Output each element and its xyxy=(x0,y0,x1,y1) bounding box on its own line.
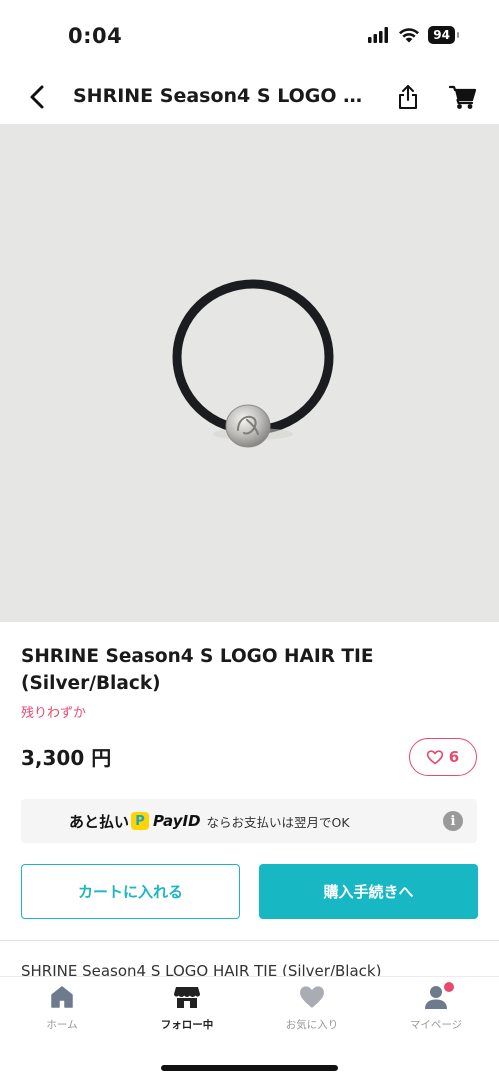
shop-icon xyxy=(173,983,201,1011)
wifi-icon xyxy=(399,28,420,43)
tab-label: フォロー中 xyxy=(160,1019,214,1031)
share-icon[interactable] xyxy=(395,80,421,114)
battery-indicator: 94 xyxy=(428,26,459,44)
tab-favorites[interactable]: お気に入り xyxy=(250,983,374,1039)
product-image[interactable] xyxy=(0,124,499,622)
signal-icon xyxy=(368,27,389,43)
tab-bar: ホーム フォロー中 お気に入り マイページ xyxy=(0,976,499,1080)
info-icon[interactable]: i xyxy=(443,811,463,831)
payid-prefix: あと払い xyxy=(69,812,130,831)
stock-status-label: 残りわずか xyxy=(21,706,87,721)
add-to-cart-button[interactable]: カートに入れる xyxy=(21,864,240,919)
payid-brand: PayID xyxy=(153,812,201,830)
tab-label: お気に入り xyxy=(285,1019,339,1031)
tab-home[interactable]: ホーム xyxy=(0,983,124,1039)
like-count: 6 xyxy=(448,748,460,766)
cart-icon[interactable] xyxy=(448,82,478,112)
payid-banner[interactable]: あと払い P PayID ならお支払いは翌月でOK i xyxy=(21,799,477,843)
tab-label: マイページ xyxy=(409,1019,463,1031)
divider xyxy=(0,940,499,941)
home-icon xyxy=(48,983,76,1011)
chevron-left-icon[interactable] xyxy=(22,80,52,114)
payid-description: ならお支払いは翌月でOK xyxy=(206,814,350,830)
status-time: 0:04 xyxy=(68,24,123,48)
heart-outline-icon xyxy=(426,749,443,764)
checkout-button[interactable]: 購入手続きへ xyxy=(259,864,478,919)
page-title: SHRINE Season4 S LOGO H... xyxy=(73,85,378,107)
person-icon xyxy=(422,982,454,1011)
payid-logo-icon: P xyxy=(131,812,150,830)
tab-label: ホーム xyxy=(46,1019,78,1031)
tab-mypage[interactable]: マイページ xyxy=(374,982,498,1039)
home-indicator xyxy=(161,1065,338,1071)
heart-icon xyxy=(298,983,326,1011)
notification-dot xyxy=(444,982,454,992)
product-title: SHRINE Season4 S LOGO HAIR TIE (Silver/B… xyxy=(21,646,374,694)
status-indicators: 94 xyxy=(368,26,459,44)
hair-tie-photo xyxy=(172,279,334,448)
status-bar: 0:04 94 xyxy=(0,0,499,72)
nav-bar: SHRINE Season4 S LOGO H... xyxy=(0,72,499,124)
tab-following[interactable]: フォロー中 xyxy=(125,983,249,1039)
product-price: 3,300 円 xyxy=(21,746,112,770)
like-button[interactable]: 6 xyxy=(409,738,477,776)
